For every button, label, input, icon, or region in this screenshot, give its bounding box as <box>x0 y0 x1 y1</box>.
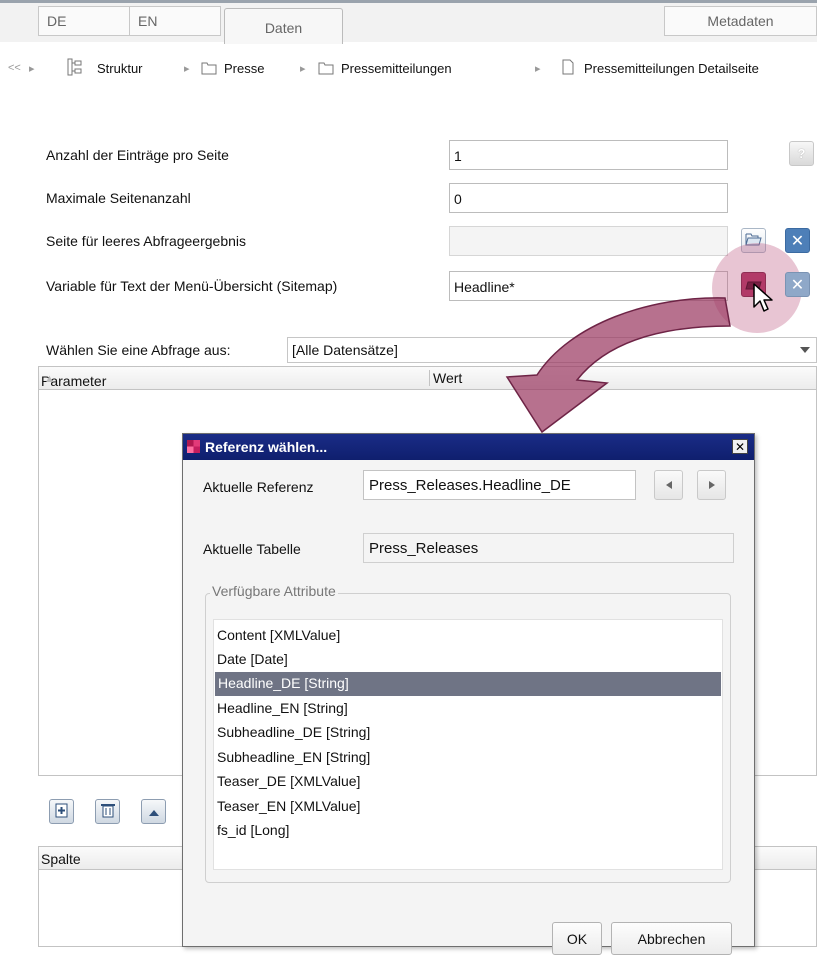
app-icon <box>187 440 200 453</box>
list-item[interactable]: Content [XMLValue] <box>214 624 722 648</box>
trash-icon <box>100 803 115 821</box>
list-item[interactable]: Subheadline_EN [String] <box>214 746 722 770</box>
cancel-button[interactable]: Abbrechen <box>611 922 732 955</box>
current-table-label: Aktuelle Tabelle <box>203 541 301 557</box>
ok-button[interactable]: OK <box>552 922 602 955</box>
list-item[interactable]: fs_id [Long] <box>214 819 722 843</box>
breadcrumb-item-presse[interactable]: Presse <box>224 61 264 76</box>
move-up-button[interactable] <box>141 799 166 824</box>
column-header-spalte[interactable]: Spalte <box>41 851 81 867</box>
tab-lang-en[interactable]: EN <box>129 6 221 36</box>
chevron-right-icon: ▸ <box>29 63 35 75</box>
query-label: Wählen Sie eine Abfrage aus: <box>46 342 231 358</box>
query-select-value: [Alle Datensätze] <box>292 342 398 358</box>
breadcrumb-back[interactable]: << <box>8 62 21 74</box>
current-table-input: Press_Releases <box>363 533 734 563</box>
list-item[interactable]: Headline_EN [String] <box>214 697 722 721</box>
tab-lang-de-label: DE <box>47 13 67 29</box>
close-icon: ✕ <box>734 439 746 454</box>
current-reference-label: Aktuelle Referenz <box>203 479 314 495</box>
chevron-down-icon <box>800 347 810 353</box>
reference-next-button[interactable] <box>697 470 726 500</box>
current-reference-input[interactable]: Press_Releases.Headline_DE <box>363 470 636 500</box>
page-icon <box>562 59 574 78</box>
breadcrumb-item-detailseite[interactable]: Pressemitteilungen Detailseite <box>584 61 759 76</box>
delete-row-button[interactable] <box>95 799 120 824</box>
breadcrumb: << ▸ Struktur ▸ Presse ▸ Pressemitteilun… <box>0 58 817 80</box>
clear-reference-button[interactable]: ✕ <box>785 272 810 297</box>
close-icon: ✕ <box>790 276 805 294</box>
top-divider <box>0 0 817 3</box>
help-icon: ? <box>797 146 806 161</box>
folder-icon <box>201 61 217 78</box>
dialog-title: Referenz wählen... <box>205 439 328 455</box>
entries-per-page-input[interactable]: 1 <box>449 140 728 170</box>
tab-lang-en-label: EN <box>138 13 158 29</box>
dialog-titlebar[interactable]: Referenz wählen... ✕ <box>183 434 754 460</box>
tab-daten[interactable]: Daten <box>224 8 343 44</box>
tab-daten-label: Daten <box>264 20 303 36</box>
empty-result-page-label: Seite für leeres Abfrageergebnis <box>46 233 247 249</box>
arrow-up-icon <box>148 804 160 820</box>
reference-prev-button[interactable] <box>654 470 683 500</box>
highlight-arrow <box>505 297 731 434</box>
list-item[interactable]: Teaser_EN [XMLValue] <box>214 795 722 819</box>
attributes-legend: Verfügbare Attribute <box>210 583 338 599</box>
empty-result-page-input[interactable] <box>449 226 728 256</box>
chevron-right-icon: ▸ <box>184 63 190 75</box>
max-pages-input[interactable]: 0 <box>449 183 728 213</box>
list-item-selected[interactable]: Headline_DE [String] <box>215 672 721 696</box>
dialog-close-button[interactable]: ✕ <box>732 439 748 454</box>
attributes-list[interactable]: Content [XMLValue] Date [Date] Headline_… <box>213 619 723 870</box>
chevron-right-icon: ▸ <box>535 63 541 75</box>
add-row-button[interactable] <box>49 799 74 824</box>
close-icon: ✕ <box>790 232 805 250</box>
folder-icon <box>318 61 334 78</box>
help-button[interactable]: ? <box>789 141 814 166</box>
chevron-right-icon <box>708 477 716 493</box>
list-item[interactable]: Date [Date] <box>214 648 722 672</box>
chevron-left-icon <box>665 477 673 493</box>
attributes-group: Verfügbare Attribute Content [XMLValue] … <box>205 583 731 883</box>
chevron-right-icon: ▸ <box>300 63 306 75</box>
structure-icon <box>67 58 83 81</box>
breadcrumb-item-pressemitteilungen[interactable]: Pressemitteilungen <box>341 61 452 76</box>
breadcrumb-item-struktur[interactable]: Struktur <box>97 61 143 76</box>
tab-metadaten-label: Metadaten <box>707 13 774 29</box>
clear-page-button[interactable]: ✕ <box>785 228 810 253</box>
add-document-icon <box>55 803 69 821</box>
tab-strip: DE EN Daten Metadaten <box>0 0 817 44</box>
max-pages-label: Maximale Seitenanzahl <box>46 190 191 206</box>
list-item[interactable]: Teaser_DE [XMLValue] <box>214 770 722 794</box>
tab-metadaten[interactable]: Metadaten <box>664 6 817 36</box>
entries-per-page-label: Anzahl der Einträge pro Seite <box>46 147 229 163</box>
menu-text-variable-label: Variable für Text der Menü-Übersicht (Si… <box>46 278 338 294</box>
reference-dialog: Referenz wählen... ✕ Aktuelle Referenz P… <box>182 433 755 955</box>
list-item[interactable]: Subheadline_DE [String] <box>214 721 722 745</box>
sort-asc-icon: ▲ <box>44 373 55 385</box>
tab-lang-de[interactable]: DE <box>38 6 130 36</box>
